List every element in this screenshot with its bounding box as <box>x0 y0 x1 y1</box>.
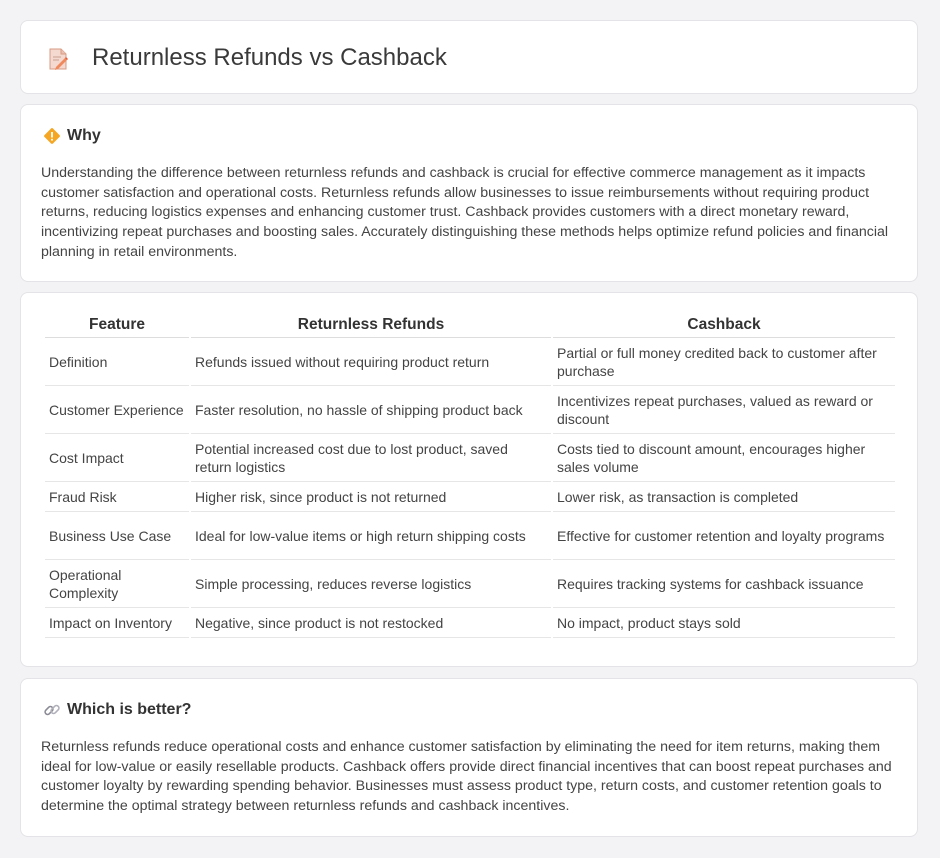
returnless-cell: Negative, since product is not restocked <box>191 608 551 638</box>
feature-cell: Business Use Case <box>45 512 189 560</box>
feature-cell: Operational Complexity <box>45 560 189 608</box>
link-icon <box>44 704 60 716</box>
cashback-cell: Incentivizes repeat purchases, valued as… <box>553 386 895 434</box>
cashback-cell: Requires tracking systems for cashback i… <box>553 560 895 608</box>
table-row: Operational Complexity Simple processing… <box>45 560 895 608</box>
table-row: Business Use Case Ideal for low-value it… <box>45 512 895 560</box>
cashback-cell: Effective for customer retention and loy… <box>553 512 895 560</box>
returnless-cell: Faster resolution, no hassle of shipping… <box>191 386 551 434</box>
cashback-cell: Lower risk, as transaction is completed <box>553 482 895 512</box>
returnless-cell: Ideal for low-value items or high return… <box>191 512 551 560</box>
page-title: Returnless Refunds vs Cashback <box>92 44 447 71</box>
why-section: Why Understanding the difference between… <box>20 104 918 282</box>
comparison-table: Feature Returnless Refunds Cashback Defi… <box>43 315 897 638</box>
table-row: Fraud Risk Higher risk, since product is… <box>45 482 895 512</box>
returnless-cell: Higher risk, since product is not return… <box>191 482 551 512</box>
cashback-cell: Costs tied to discount amount, encourage… <box>553 434 895 482</box>
better-heading: Which is better? <box>67 701 192 718</box>
table-row: Customer Experience Faster resolution, n… <box>45 386 895 434</box>
cashback-cell: Partial or full money credited back to c… <box>553 338 895 386</box>
feature-cell: Definition <box>45 338 189 386</box>
table-row: Impact on Inventory Negative, since prod… <box>45 608 895 638</box>
feature-cell: Cost Impact <box>45 434 189 482</box>
which-is-better-section: Which is better? Returnless refunds redu… <box>20 678 918 837</box>
table-row: Cost Impact Potential increased cost due… <box>45 434 895 482</box>
header-feature: Feature <box>45 315 189 338</box>
why-heading: Why <box>67 127 101 144</box>
feature-cell: Customer Experience <box>45 386 189 434</box>
feature-cell: Fraud Risk <box>45 482 189 512</box>
table-header-row: Feature Returnless Refunds Cashback <box>45 315 895 338</box>
document-pen-icon <box>49 48 68 70</box>
why-body: Understanding the difference between ret… <box>41 165 889 260</box>
feature-cell: Impact on Inventory <box>45 608 189 638</box>
returnless-cell: Simple processing, reduces reverse logis… <box>191 560 551 608</box>
header-card: Returnless Refunds vs Cashback <box>20 20 918 94</box>
cashback-cell: No impact, product stays sold <box>553 608 895 638</box>
header-cashback: Cashback <box>553 315 895 338</box>
returnless-cell: Refunds issued without requiring product… <box>191 338 551 386</box>
diamond-signal-icon <box>44 128 60 144</box>
better-body: Returnless refunds reduce operational co… <box>41 739 892 815</box>
comparison-section: Feature Returnless Refunds Cashback Defi… <box>20 292 918 667</box>
table-row: Definition Refunds issued without requir… <box>45 338 895 386</box>
header-returnless-refunds: Returnless Refunds <box>191 315 551 338</box>
returnless-cell: Potential increased cost due to lost pro… <box>191 434 551 482</box>
